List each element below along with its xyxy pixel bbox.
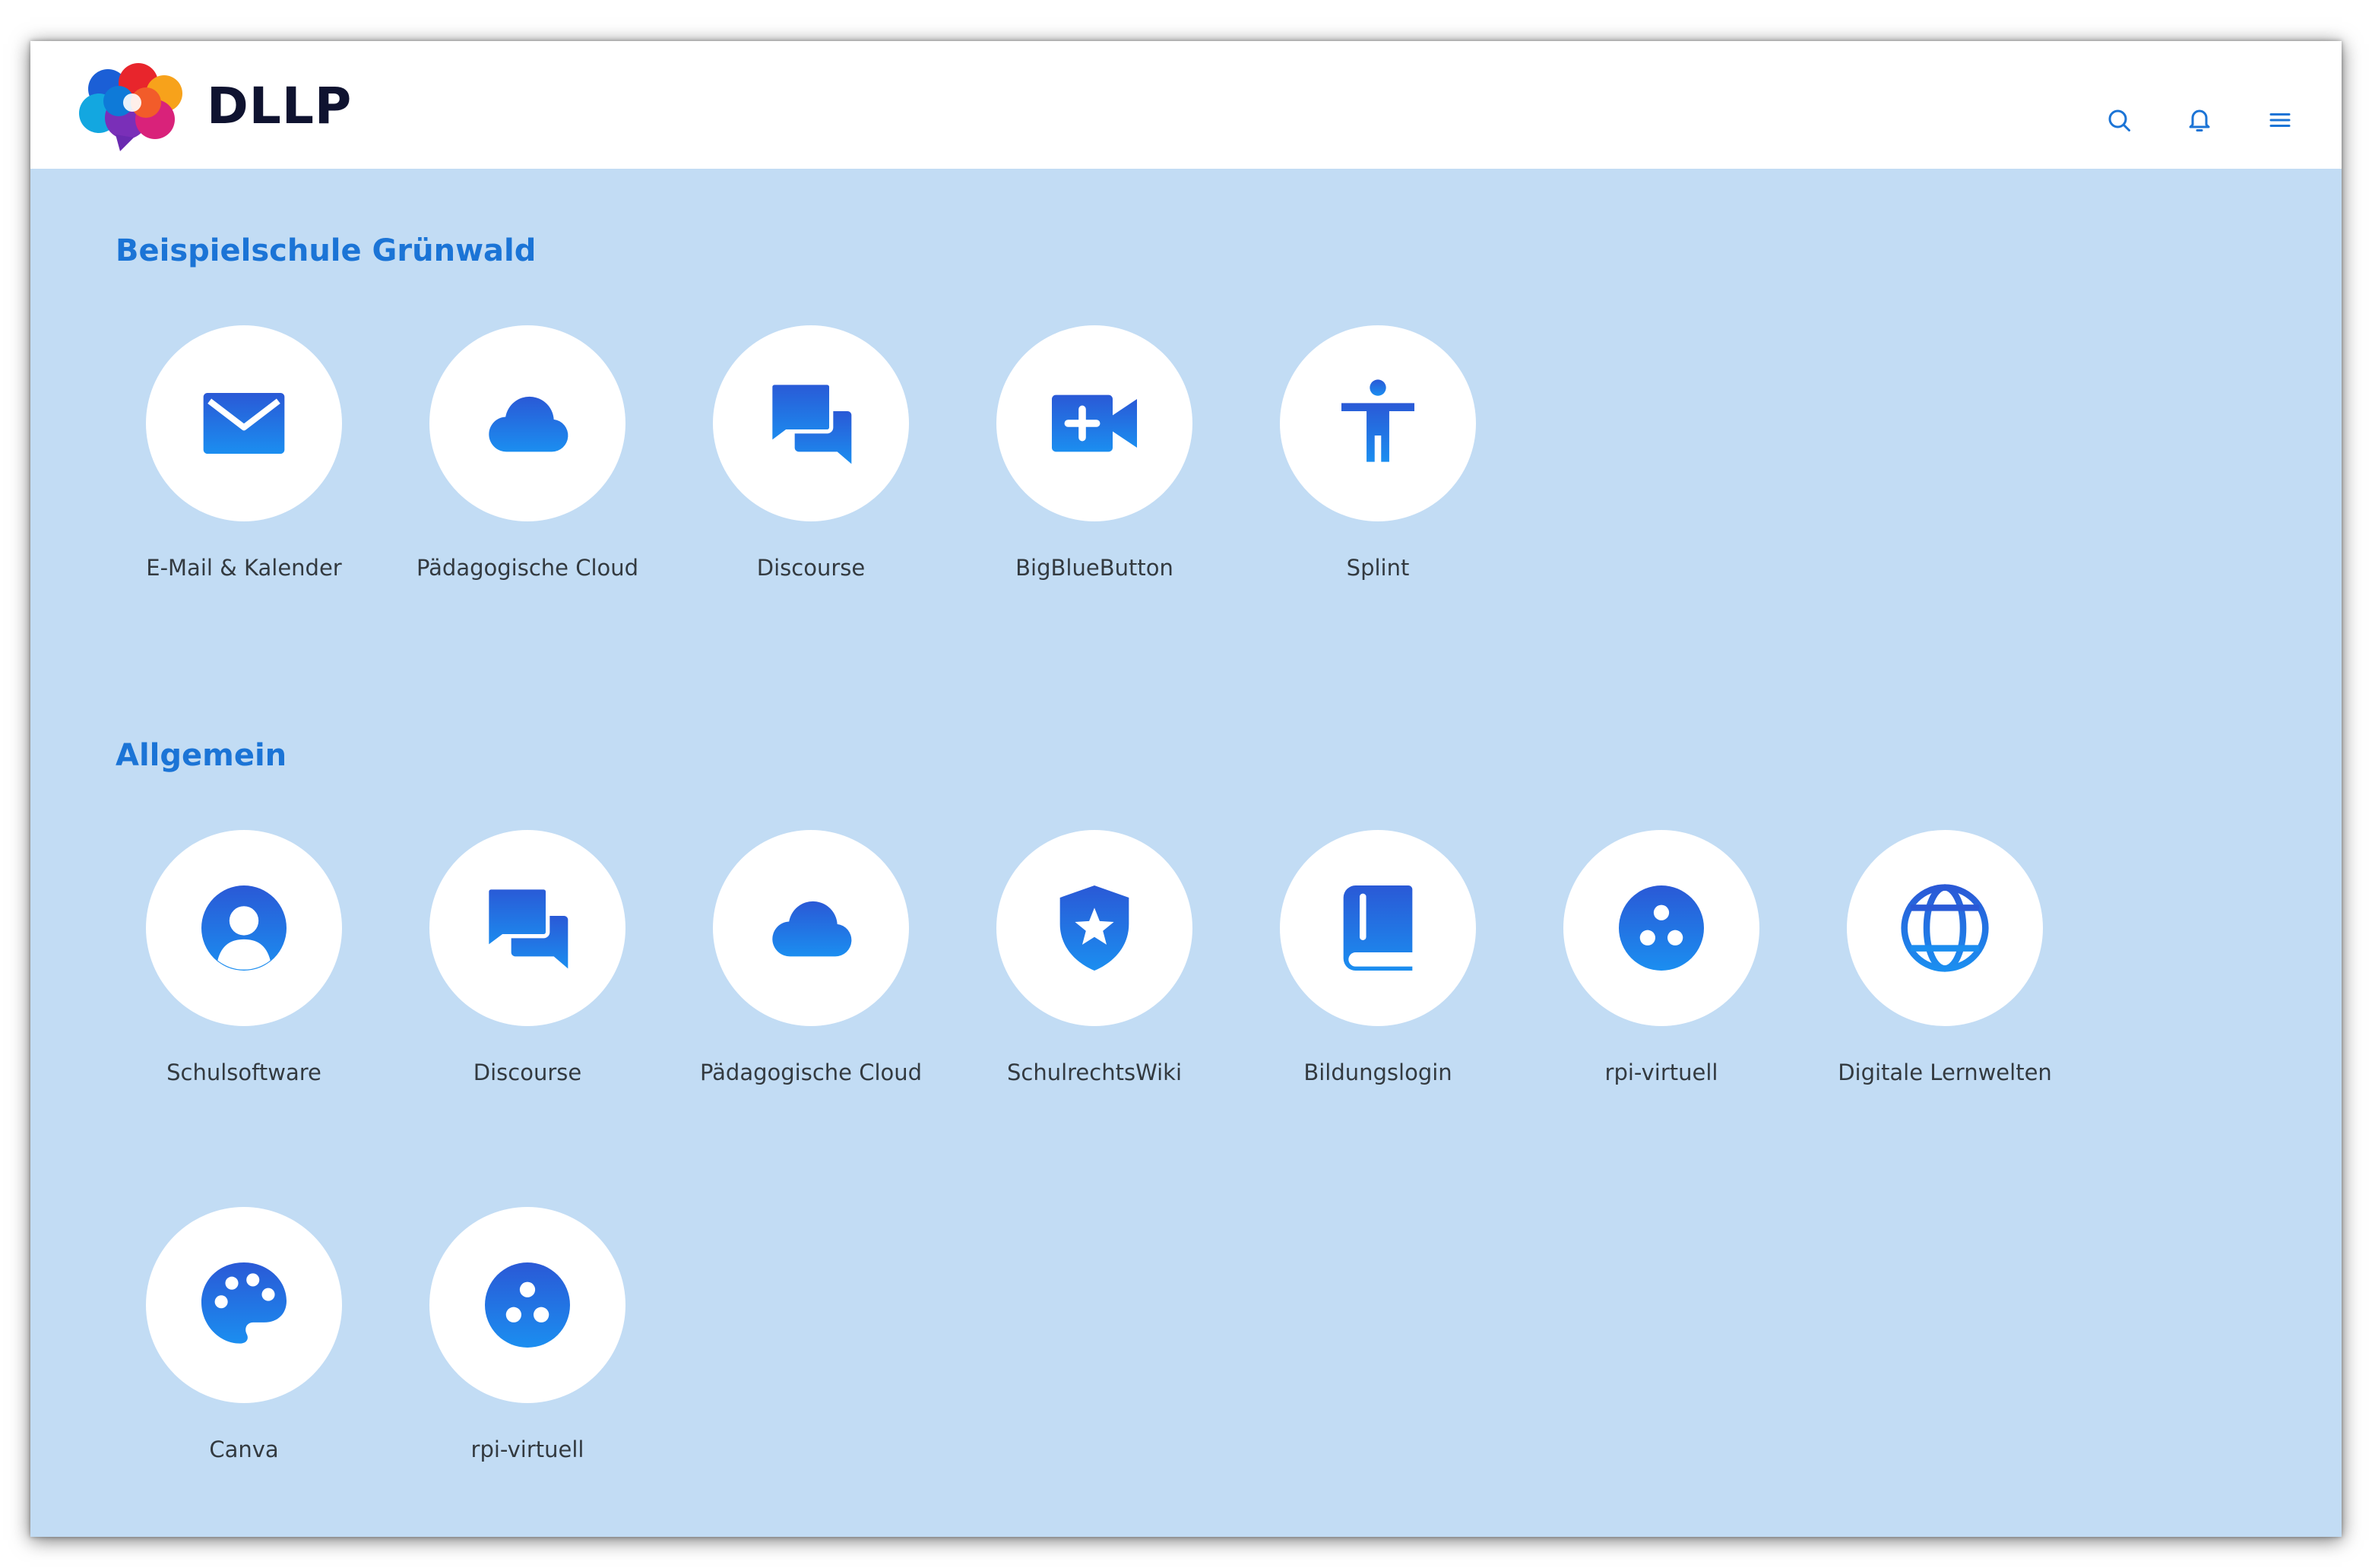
tile-paedagogische-cloud[interactable]: Pädagogische Cloud [386, 325, 669, 584]
tile-label: rpi-virtuell [470, 1437, 584, 1462]
tile-label: Schulsoftware [166, 1060, 321, 1085]
section-title-general: Allgemein [116, 738, 287, 773]
tile-icon-circle [146, 1207, 342, 1403]
tile-icon-circle [146, 325, 342, 521]
tile-label: Splint [1346, 555, 1410, 581]
tile-label: Pädagogische Cloud [699, 1060, 923, 1085]
tile-email-calendar[interactable]: E-Mail & Kalender [103, 325, 385, 584]
tile-icon-circle [1280, 325, 1476, 521]
menu-button[interactable] [2257, 97, 2303, 143]
tile-icon-circle [996, 830, 1192, 1026]
tile-label: Digitale Lernwelten [1838, 1060, 2052, 1085]
tile-schulrechtswiki[interactable]: SchulrechtsWiki [953, 830, 1236, 1088]
tile-digitale-lernwelten[interactable]: Digitale Lernwelten [1804, 830, 2086, 1088]
tile-bigbluebutton[interactable]: BigBlueButton [953, 325, 1236, 584]
tile-label: SchulrechtsWiki [1006, 1060, 1183, 1085]
menu-icon [2269, 113, 2291, 127]
accessibility-icon [1341, 379, 1414, 462]
tile-icon-circle [1563, 830, 1759, 1026]
user-circle-icon [201, 885, 287, 971]
chat-bubbles-icon [485, 885, 568, 969]
tile-icon-circle [1280, 830, 1476, 1026]
search-icon [2108, 109, 2130, 131]
search-button[interactable] [2096, 97, 2142, 143]
dots-circle-icon [1619, 885, 1704, 971]
bell-icon [2189, 109, 2210, 131]
tile-label: rpi-virtuell [1604, 1060, 1718, 1085]
tile-label: Discourse [756, 555, 866, 581]
shield-star-icon [1059, 885, 1129, 971]
tile-label: Pädagogische Cloud [416, 555, 639, 581]
app-logo[interactable]: DLLP [73, 56, 377, 155]
tile-icon-circle [996, 325, 1192, 521]
tile-icon-circle [429, 1207, 625, 1403]
tile-rpi-virtuell[interactable]: rpi-virtuell [1520, 830, 1803, 1088]
tile-canva[interactable]: Canva [103, 1207, 385, 1465]
tile-discourse-general[interactable]: Discourse [386, 830, 669, 1088]
palette-icon [201, 1262, 287, 1344]
tile-splint[interactable]: Splint [1237, 325, 1519, 584]
tile-bildungslogin[interactable]: Bildungslogin [1237, 830, 1519, 1088]
tile-rpi-virtuell-2[interactable]: rpi-virtuell [386, 1207, 669, 1465]
tile-icon-circle [713, 830, 909, 1026]
notifications-button[interactable] [2177, 97, 2222, 143]
tile-icon-circle [1847, 830, 2043, 1026]
tile-icon-circle [146, 830, 342, 1026]
cloud-icon [772, 901, 852, 957]
chat-bubbles-icon [768, 381, 852, 464]
tile-label: Bildungslogin [1303, 1060, 1452, 1085]
book-icon [1343, 885, 1413, 971]
envelope-icon [203, 393, 285, 454]
tile-label: Discourse [473, 1060, 582, 1085]
top-bar: DLLP [30, 41, 2342, 169]
globe-icon [1901, 884, 1989, 972]
logo-mark-icon [79, 63, 182, 151]
tile-icon-circle [713, 325, 909, 521]
tile-paedagogische-cloud-general[interactable]: Pädagogische Cloud [670, 830, 952, 1088]
video-plus-icon [1052, 394, 1137, 452]
tile-discourse[interactable]: Discourse [670, 325, 952, 584]
app-window: DLLP Beispielschule Grünwald E-Mail & Ka… [30, 41, 2342, 1537]
tile-schulsoftware[interactable]: Schulsoftware [103, 830, 385, 1088]
section-title-school: Beispielschule Grünwald [116, 233, 537, 268]
tile-label: Canva [209, 1437, 279, 1462]
tile-icon-circle [429, 830, 625, 1026]
tile-icon-circle [429, 325, 625, 521]
tile-label: BigBlueButton [1015, 555, 1173, 581]
dots-circle-icon [485, 1262, 570, 1348]
tile-label: E-Mail & Kalender [146, 555, 342, 581]
cloud-icon [489, 396, 568, 452]
logo-text: DLLP [207, 76, 353, 135]
